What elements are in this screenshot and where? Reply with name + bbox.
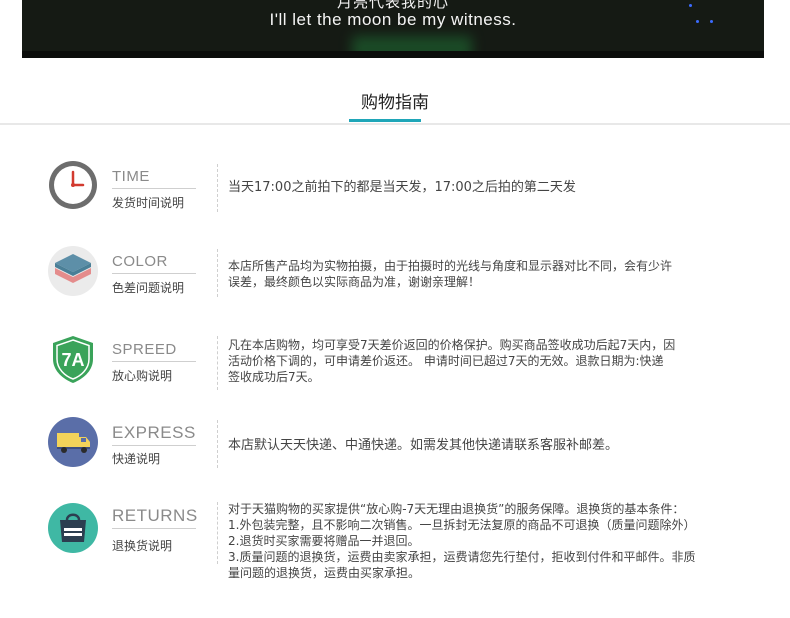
svg-text:7A: 7A — [61, 350, 84, 370]
description-line: 签收成功后7天。 — [228, 370, 320, 384]
row-en-underline — [112, 188, 196, 189]
description-line: 3.质量问题的退换货，运费由卖家承担，运费请您先行垫付，拒收到付件和平邮件。非质 — [228, 550, 696, 564]
row-divider — [217, 420, 218, 468]
row-cn-label: 放心购说明 — [112, 369, 173, 383]
row-en-underline — [112, 445, 196, 446]
row-en-label: TIME — [112, 168, 150, 185]
row-en-underline — [112, 361, 196, 362]
description-line: 凡在本店购物，均可享受7天差价返回的价格保护。购买商品签收成功后起7天内，因 — [228, 338, 676, 352]
description-line: 活动价格下调的，可申请差价返还。 申请时间已超过7天的无效。退款日期为:快递 — [228, 354, 664, 368]
description-line: 2.退货时买家需要将赠品一并退回。 — [228, 534, 420, 548]
section-title: 购物指南 — [361, 93, 429, 113]
description-line: 1.外包装完整，且不影响二次销售。一旦拆封无法复原的商品不可退换（质量问题除外） — [228, 518, 696, 532]
guide-row-express: EXPRESS 快递说明 本店默认天天快递、中通快递。如需发其他快递请联系客服补… — [0, 416, 790, 476]
guide-row-returns: RETURNS 退换货说明 对于天猫购物的买家提供“放心购-7天无理由退换货”的… — [0, 498, 790, 588]
row-divider — [217, 336, 218, 390]
row-divider — [217, 502, 218, 564]
row-cn-label: 色差问题说明 — [112, 281, 185, 295]
guide-row-time: TIME 发货时间说明 当天17:00之前拍下的都是当天发，17:00之后拍的第… — [0, 158, 790, 218]
return-bag-icon — [48, 503, 98, 553]
row-cn-label: 发货时间说明 — [112, 196, 185, 210]
description-line: 误差，最终颜色以实际商品为准，谢谢亲理解！ — [228, 275, 481, 289]
row-cn-label: 快递说明 — [112, 452, 161, 466]
row-divider — [217, 249, 218, 297]
section-divider — [0, 123, 790, 125]
banner-bottom-strip — [22, 51, 764, 58]
banner-light-dot — [696, 20, 699, 23]
banner-subtitle-en: I'll let the moon be my witness. — [269, 10, 517, 29]
row-description: 对于天猫购物的买家提供“放心购-7天无理由退换货”的服务保障。退换货的基本条件：… — [228, 501, 748, 581]
row-en-underline — [112, 528, 196, 529]
video-banner: 月亮代表我的心 I'll let the moon be my witness. — [22, 0, 764, 58]
row-en-label: EXPRESS — [112, 423, 196, 442]
banner-light-dot — [689, 4, 692, 7]
row-en-label: SPREED — [112, 341, 177, 358]
guide-row-color: COLOR 色差问题说明 本店所售产品均为实物拍摄，由于拍摄时的光线与角度和显示… — [0, 244, 790, 304]
row-description: 本店所售产品均为实物拍摄，由于拍摄时的光线与角度和显示器对比不同，会有少许 误差… — [228, 258, 748, 290]
guide-row-spreed: 7A SPREED 放心购说明 凡在本店购物，均可享受7天差价返回的价格保护。购… — [0, 332, 790, 396]
row-description: 凡在本店购物，均可享受7天差价返回的价格保护。购买商品签收成功后起7天内，因 活… — [228, 337, 748, 385]
banner-light-dot — [710, 20, 713, 23]
color-layers-icon — [48, 246, 98, 296]
seven-day-shield-icon: 7A — [53, 336, 93, 383]
description-line: 本店默认天天快递、中通快递。如需发其他快递请联系客服补邮差。 — [228, 438, 619, 453]
description-line: 当天17:00之前拍下的都是当天发，17:00之后拍的第二天发 — [228, 180, 576, 195]
row-en-label: COLOR — [112, 253, 168, 270]
row-cn-label: 退换货说明 — [112, 539, 173, 553]
row-en-label: RETURNS — [112, 506, 198, 525]
section-title-underline — [349, 119, 421, 122]
row-divider — [217, 164, 218, 212]
description-line: 量问题的退换货，运费由买家承担。 — [228, 566, 421, 580]
row-en-underline — [112, 273, 196, 274]
row-description: 当天17:00之前拍下的都是当天发，17:00之后拍的第二天发 — [228, 180, 748, 196]
description-line: 本店所售产品均为实物拍摄，由于拍摄时的光线与角度和显示器对比不同，会有少许 — [228, 259, 673, 273]
description-line: 对于天猫购物的买家提供“放心购-7天无理由退换货”的服务保障。退换货的基本条件： — [228, 502, 685, 516]
delivery-truck-icon — [48, 417, 98, 467]
row-description: 本店默认天天快递、中通快递。如需发其他快递请联系客服补邮差。 — [228, 438, 748, 454]
clock-icon — [49, 161, 97, 209]
